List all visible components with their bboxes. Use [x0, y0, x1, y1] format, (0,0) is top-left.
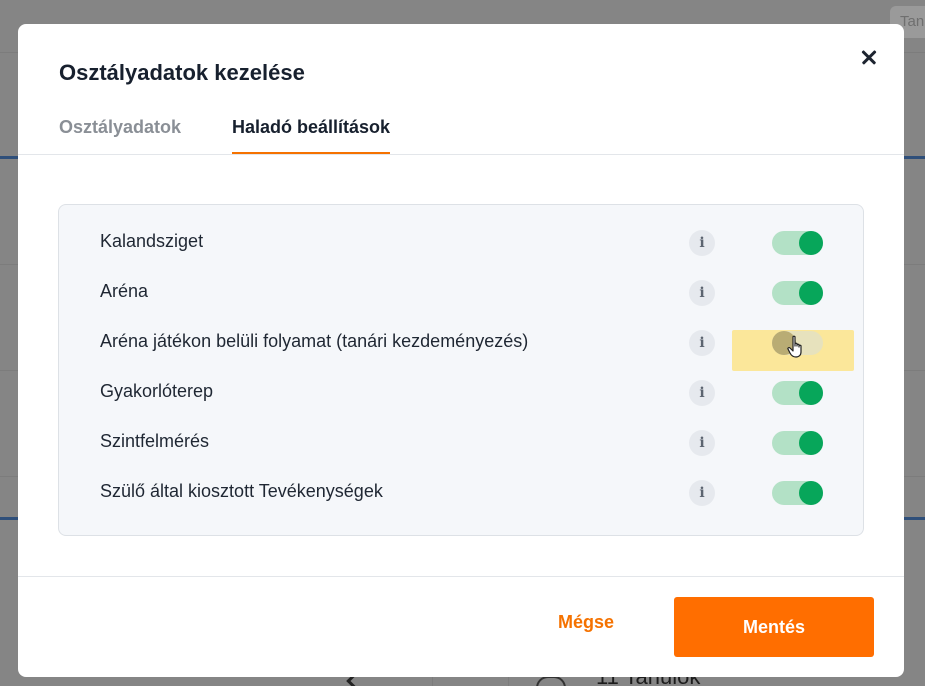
toggle-knob — [799, 431, 823, 455]
settings-panel: Kalandsziget i Aréna i Aréna játékon bel… — [58, 204, 864, 536]
background-students-icon — [536, 676, 566, 686]
info-icon[interactable]: i — [689, 280, 715, 306]
toggle-switch[interactable] — [772, 481, 823, 505]
info-icon[interactable]: i — [689, 330, 715, 356]
background-accent-line — [904, 517, 925, 520]
setting-row-kalandsziget: Kalandsziget i — [59, 218, 865, 268]
background-divider — [432, 677, 433, 686]
tab-class-data[interactable]: Osztályadatok — [59, 117, 181, 155]
toggle-knob — [799, 281, 823, 305]
toggle-switch[interactable] — [772, 281, 823, 305]
info-icon[interactable]: i — [689, 430, 715, 456]
setting-label: Szülő által kiosztott Tevékenységek — [100, 481, 383, 501]
info-icon[interactable]: i — [689, 230, 715, 256]
modal-title: Osztályadatok kezelése — [59, 60, 305, 85]
setting-row-gyakorloterep: Gyakorlóterep i — [59, 368, 865, 418]
save-button[interactable]: Mentés — [674, 597, 874, 657]
toggle-knob — [799, 481, 823, 505]
toggle-switch[interactable] — [772, 231, 823, 255]
info-icon[interactable]: i — [689, 480, 715, 506]
setting-label: Kalandsziget — [100, 231, 204, 251]
footer-divider — [18, 576, 904, 577]
toggle-switch[interactable] — [772, 381, 823, 405]
info-icon[interactable]: i — [689, 380, 715, 406]
background-accent-line — [904, 156, 925, 159]
setting-label: Aréna játékon belüli folyamat (tanári ke… — [100, 331, 529, 351]
setting-row-arena-game-flow: Aréna játékon belüli folyamat (tanári ke… — [59, 318, 865, 368]
setting-label: Gyakorlóterep — [100, 381, 214, 401]
setting-row-parent-activities: Szülő által kiosztott Tevékenységek i — [59, 468, 865, 518]
toggle-knob — [799, 381, 823, 405]
background-accent-line — [0, 156, 18, 159]
background-accent-line — [0, 517, 18, 520]
setting-row-arena: Aréna i — [59, 268, 865, 318]
setting-row-szintfelmeres: Szintfelmérés i — [59, 418, 865, 468]
toggle-switch[interactable] — [772, 431, 823, 455]
toggle-knob — [799, 231, 823, 255]
tabs-divider — [18, 154, 904, 155]
hand-cursor-icon — [787, 335, 802, 358]
setting-label: Szintfelmérés — [100, 431, 210, 451]
manage-class-modal: Osztályadatok kezelése Osztályadatok Hal… — [18, 24, 904, 677]
close-icon[interactable] — [858, 46, 882, 70]
cancel-button[interactable]: Mégse — [558, 612, 614, 633]
setting-label: Aréna — [100, 281, 149, 301]
tab-advanced-settings[interactable]: Haladó beállítások — [232, 117, 391, 155]
background-divider — [508, 677, 509, 686]
